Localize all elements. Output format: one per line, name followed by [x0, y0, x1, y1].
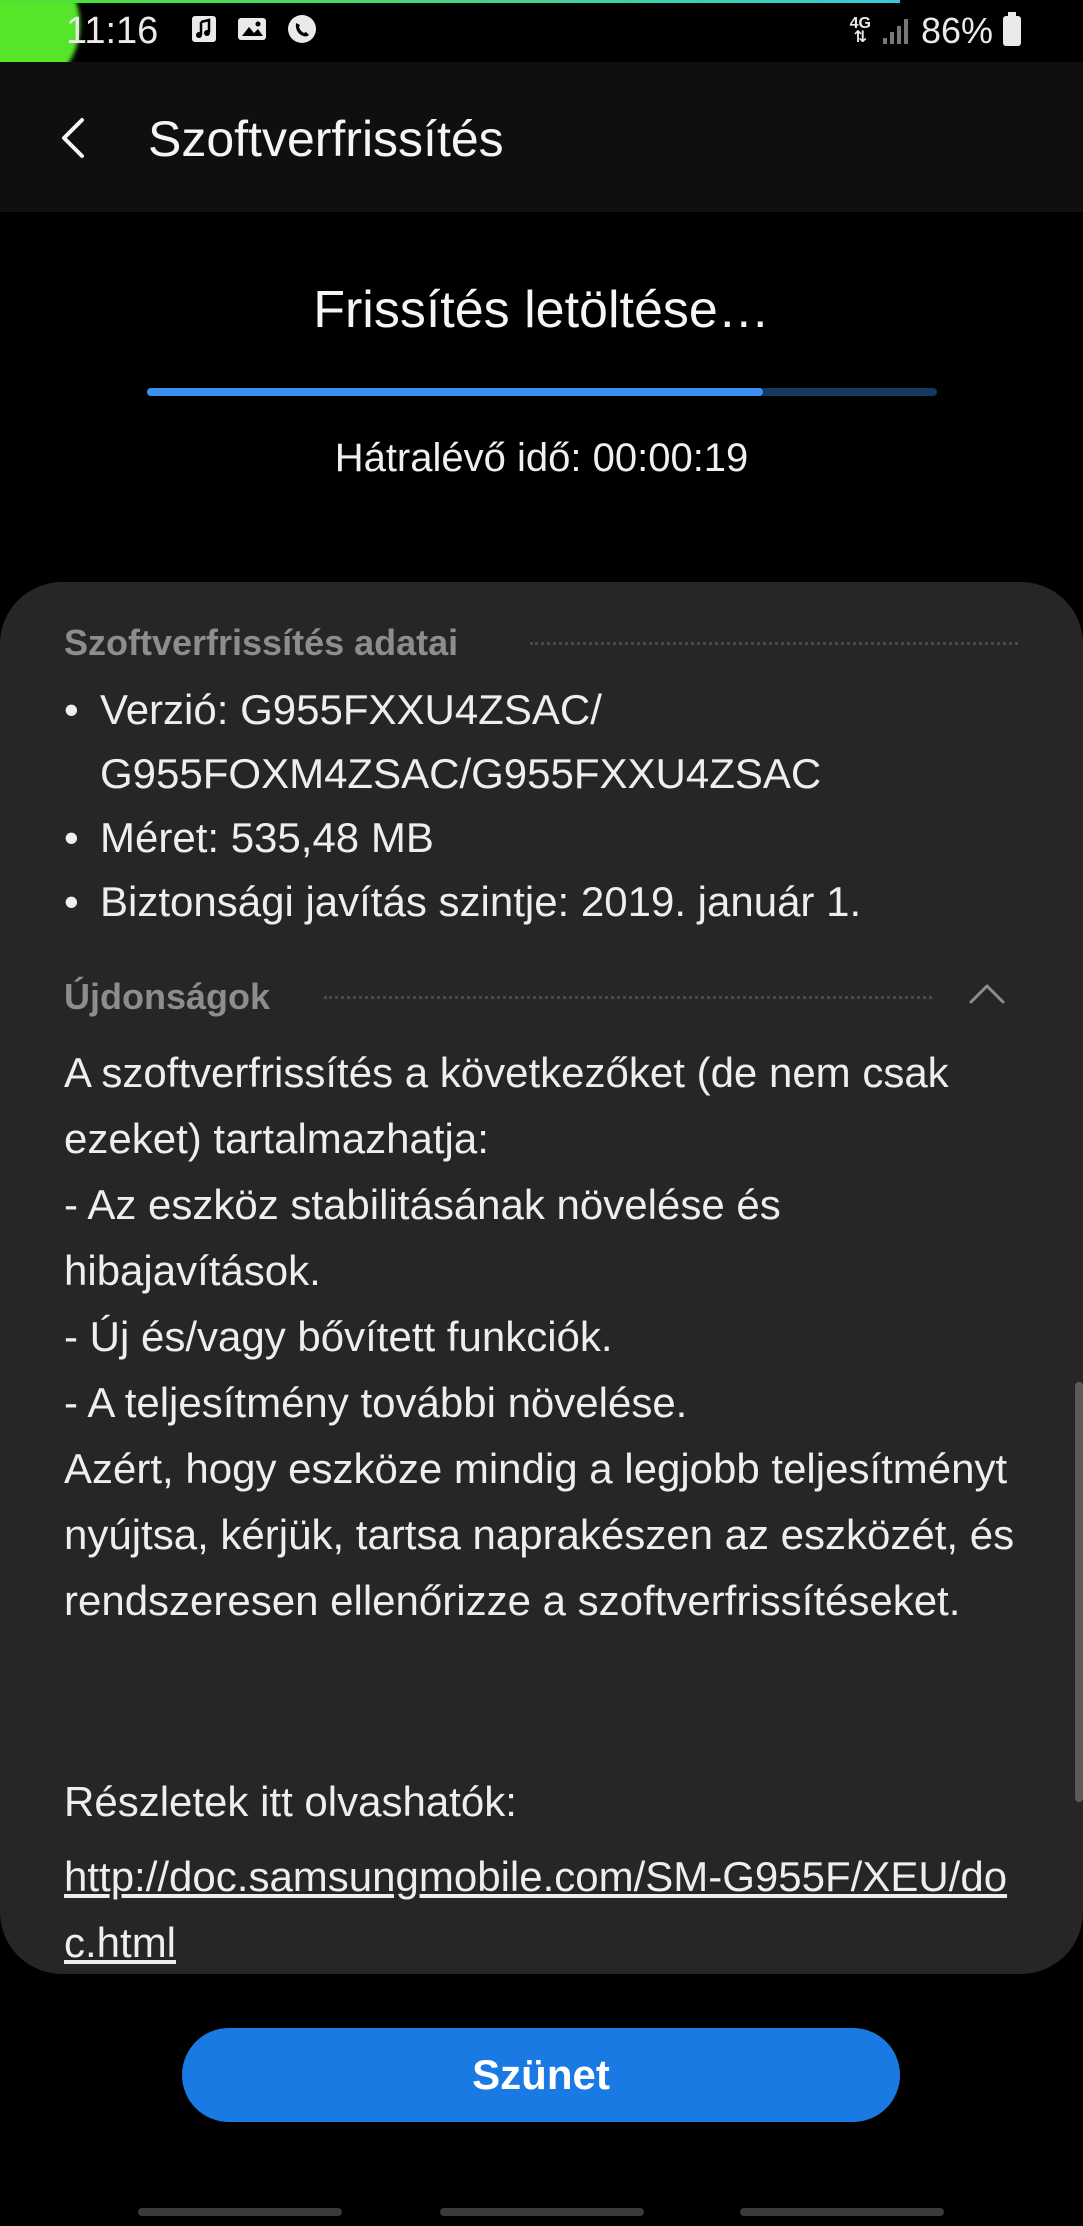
download-title: Frissítés letöltése…	[313, 281, 770, 339]
details-link[interactable]: http://doc.samsungmobile.com/SM-G955F/XE…	[64, 1844, 1024, 1974]
news-divider	[324, 996, 932, 999]
scrollbar[interactable]	[1075, 1382, 1083, 1802]
app-bar: Szoftverfrissítés	[0, 62, 1083, 212]
nav-back-hint[interactable]	[740, 2208, 944, 2216]
list-item: Méret: 535,48 MB	[64, 806, 1044, 870]
signal-icon	[882, 19, 908, 44]
chevron-up-icon	[969, 984, 1005, 1004]
battery-icon	[1003, 12, 1021, 46]
call-icon	[288, 15, 316, 43]
pause-button[interactable]: Szünet	[182, 2028, 900, 2122]
details-link-label: Részletek itt olvashatók:	[64, 1778, 517, 1825]
music-note-icon	[192, 16, 216, 42]
news-body: A szoftverfrissítés a következőket (de n…	[64, 1049, 1015, 1624]
data-arrows-icon: ⇅	[853, 29, 867, 46]
details-list: Verzió: G955FXXU4ZSAC/ G955FOXM4ZSAC/G95…	[64, 678, 1044, 934]
status-right: 4G ⇅ 86%	[850, 10, 1021, 52]
status-bar: 11:16 4G ⇅ 86%	[0, 0, 1083, 62]
image-icon	[238, 18, 266, 40]
status-time: 11:16	[66, 10, 159, 52]
details-header: Szoftverfrissítés adatai	[64, 622, 459, 663]
list-item: Verzió: G955FXXU4ZSAC/ G955FOXM4ZSAC/G95…	[64, 678, 1044, 806]
news-header: Újdonságok	[64, 976, 271, 1017]
details-divider	[530, 642, 1018, 645]
nav-home-hint[interactable]	[440, 2208, 644, 2216]
nav-recents-hint[interactable]	[138, 2208, 342, 2216]
network-indicator: 4G ⇅	[850, 16, 871, 46]
page-title: Szoftverfrissítés	[148, 111, 504, 167]
collapse-button[interactable]	[965, 976, 1009, 1010]
list-item: Biztonsági javítás szintje: 2019. január…	[64, 870, 1044, 934]
back-button[interactable]	[50, 108, 110, 168]
remaining-time: Hátralévő idő: 00:00:19	[334, 436, 749, 480]
back-arrow-icon	[62, 118, 84, 158]
progress-fill	[147, 388, 764, 396]
download-progress-bar	[147, 388, 937, 396]
navigation-bar	[0, 2190, 1083, 2226]
edge-lighting	[0, 0, 900, 3]
update-info-card[interactable]: Szoftverfrissítés adatai Verzió: G955FXX…	[0, 582, 1083, 1974]
battery-percent: 86%	[920, 10, 993, 51]
